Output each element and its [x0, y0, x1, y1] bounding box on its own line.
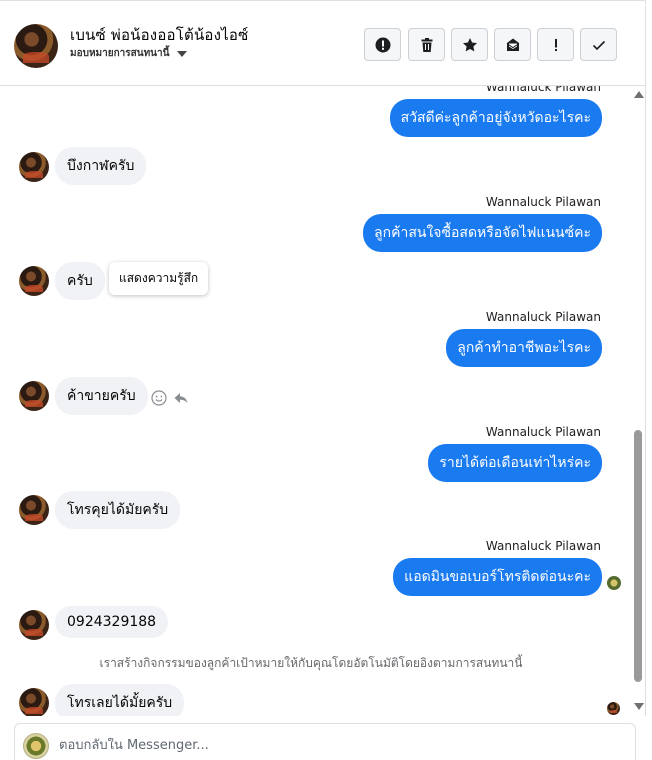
exclamation-icon [554, 38, 557, 51]
scroll-up-arrow-icon[interactable] [634, 91, 644, 98]
contact-avatar-small[interactable] [19, 495, 49, 525]
outgoing-message[interactable]: รายได้ต่อเดือนเท่าไหร่คะ [428, 444, 602, 482]
read-receipt-avatar [607, 702, 620, 715]
reply-composer[interactable] [14, 723, 636, 760]
scroll-thumb[interactable] [634, 430, 642, 682]
delete-button[interactable] [408, 28, 445, 61]
mark-done-button[interactable] [580, 28, 617, 61]
conversation-header: เบนซ์ พ่อน้องออโต้น้องไอซ์ มอบหมายการสนท… [0, 6, 646, 86]
contact-avatar-small[interactable] [19, 152, 49, 182]
exclamation-circle-icon [375, 37, 390, 52]
outgoing-message[interactable]: ลูกค้าทำอาชีพอะไรคะ [446, 329, 602, 367]
flag-important-button[interactable] [537, 28, 574, 61]
incoming-message[interactable]: ครับ [55, 262, 105, 300]
incoming-message[interactable]: ค้าขายครับ [55, 377, 148, 415]
contact-avatar-small[interactable] [19, 381, 49, 411]
system-notice: เราสร้างกิจกรรมของลูกค้าเป้าหมายให้กับคุ… [99, 656, 523, 670]
mark-unread-button[interactable] [494, 28, 531, 61]
contact-name[interactable]: เบนซ์ พ่อน้องออโต้น้องไอซ์ [70, 23, 248, 47]
reply-button[interactable] [172, 389, 190, 407]
reply-input[interactable] [59, 738, 619, 753]
message-thread[interactable]: Wannaluck Pilawan สวัสดีค่ะลูกค้าอยู่จัง… [0, 86, 646, 716]
trash-icon [421, 37, 432, 52]
assign-conversation-dropdown[interactable]: มอบหมายการสนทนานี้ [70, 46, 188, 61]
scroll-down-arrow-icon[interactable] [634, 703, 644, 710]
contact-avatar[interactable] [14, 24, 58, 68]
outgoing-message[interactable]: แอดมินขอเบอร์โทรติดต่อนะคะ [393, 558, 602, 596]
star-button[interactable] [451, 28, 488, 61]
contact-avatar-small[interactable] [19, 688, 49, 716]
outgoing-message[interactable]: สวัสดีค่ะลูกค้าอยู่จังหวัดอะไรคะ [389, 99, 602, 137]
envelope-icon [506, 38, 519, 51]
caret-down-icon [177, 50, 188, 57]
sender-name: Wannaluck Pilawan [485, 425, 601, 439]
contact-avatar-small[interactable] [19, 266, 49, 296]
sender-name: Wannaluck Pilawan [485, 195, 601, 209]
incoming-message[interactable]: โทรคุยได้มัยครับ [55, 491, 181, 529]
sender-name: Wannaluck Pilawan [485, 310, 601, 324]
seen-avatar-indicator [607, 576, 621, 590]
sender-name: Wannaluck Pilawan [485, 86, 601, 94]
incoming-message[interactable]: โทรเลยได้มั้ยครับ [55, 684, 185, 716]
sender-name: Wannaluck Pilawan [485, 539, 601, 553]
thread-scrollbar[interactable] [631, 86, 646, 716]
check-icon [592, 40, 605, 50]
contact-avatar-small[interactable] [19, 610, 49, 640]
page-avatar [23, 733, 49, 759]
outgoing-message[interactable]: ลูกค้าสนใจซื้อสดหรือจัดไฟแนนซ์คะ [363, 214, 602, 252]
incoming-message[interactable]: 0924329188 [55, 606, 169, 638]
window-top-edge [0, 0, 646, 5]
reply-arrow-icon [174, 393, 188, 404]
report-button[interactable] [364, 28, 401, 61]
react-tooltip: แสดงความรู้สึก [109, 262, 209, 295]
star-icon [462, 37, 477, 51]
react-emoji-button[interactable] [150, 389, 168, 407]
incoming-message[interactable]: บึงกาฬครับ [55, 147, 147, 185]
assign-conversation-label: มอบหมายการสนทนานี้ [70, 48, 170, 59]
smiley-icon [151, 390, 167, 406]
